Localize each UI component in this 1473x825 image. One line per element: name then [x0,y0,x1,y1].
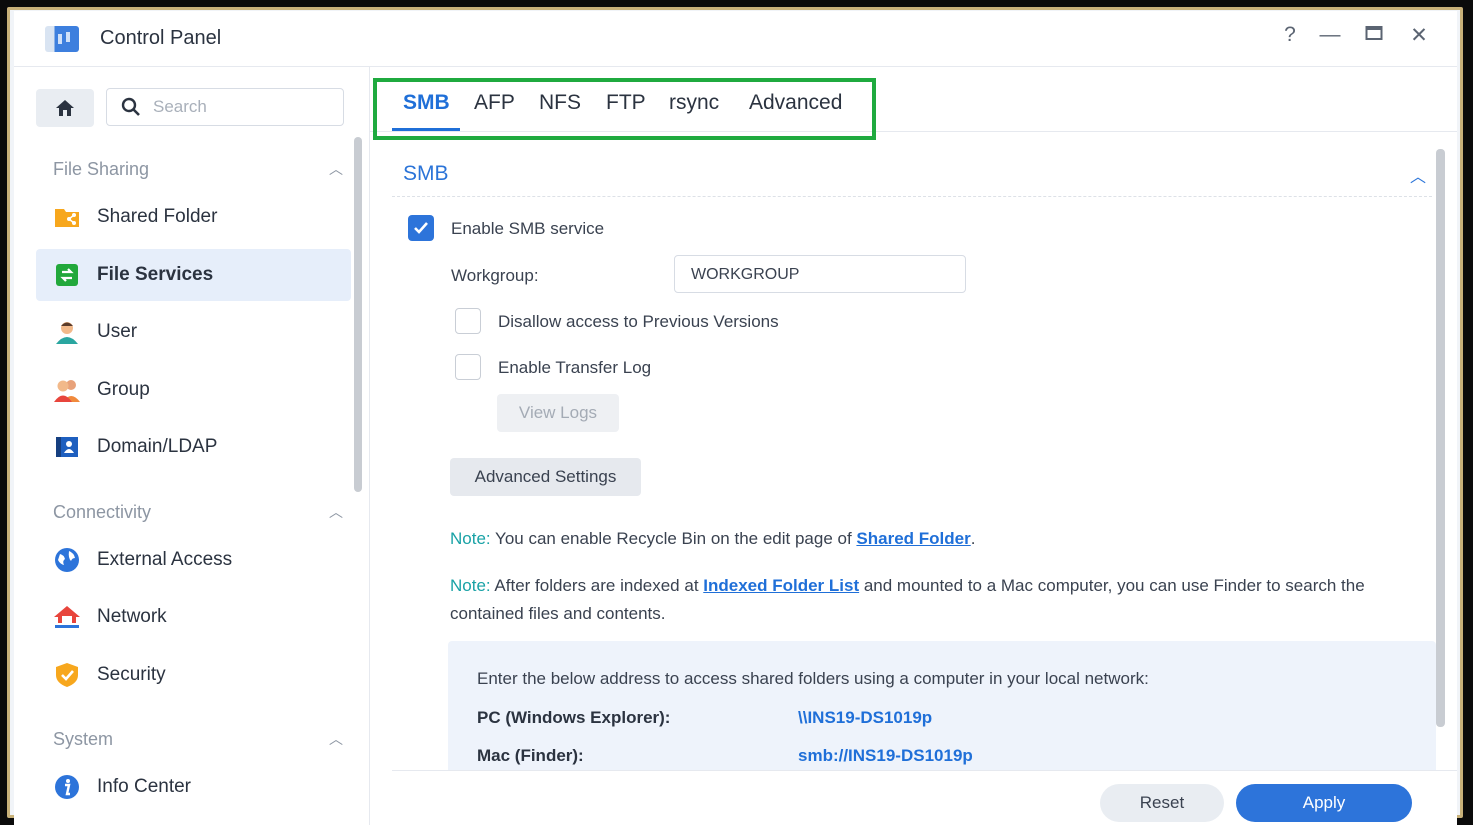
help-icon[interactable]: ? [1275,23,1305,47]
pc-address-value: \\INS19-DS1019p [798,708,933,727]
home-icon [56,100,74,116]
main-content: SMB AFP NFS FTP rsync Advanced SMB ︿ Ena… [370,67,1457,825]
chevron-up-icon: ︿ [329,504,343,520]
chevron-up-icon: ︿ [329,161,343,177]
globe-icon [53,546,81,574]
file-services-icon [53,261,81,289]
check-icon [414,222,428,234]
mac-address-label: Mac (Finder): [477,746,584,765]
sidebar-item-shared-folder[interactable]: Shared Folder [36,191,351,243]
view-logs-button[interactable]: View Logs [497,394,619,432]
apply-button[interactable]: Apply [1236,784,1412,822]
minimize-button[interactable]: — [1315,23,1345,47]
enable-smb-label: Enable SMB service [451,219,605,238]
footer-bar: Reset Apply [392,770,1457,825]
pc-address-label: PC (Windows Explorer): [477,708,671,727]
sidebar-item-domain-ldap[interactable]: Domain/LDAP [36,421,351,473]
address-intro-text: Enter the below address to access shared… [477,669,1149,688]
shared-folder-icon [53,203,81,231]
sidebar-item-file-services[interactable]: File Services [36,249,351,301]
control-panel-window: Control Panel ? — ✕ File Sharing ︿ Share… [14,11,1457,825]
sidebar-item-info-center[interactable]: Info Center [36,761,351,813]
section-divider [392,196,1432,197]
sidebar-item-network[interactable]: Network [36,591,351,643]
info-icon [53,773,81,801]
sidebar-scrollbar[interactable] [354,137,362,492]
group-icon [53,376,81,404]
search-box[interactable] [106,88,344,126]
title-bar: Control Panel ? — ✕ [14,11,1457,67]
disallow-previous-versions-label: Disallow access to Previous Versions [498,312,779,331]
content-scrollbar[interactable] [1436,149,1445,727]
chevron-up-icon: ︿ [329,731,343,747]
window-title: Control Panel [100,27,222,49]
search-icon [121,97,140,116]
close-button[interactable]: ✕ [1404,23,1434,48]
note-indexed-folders: Note: After folders are indexed at Index… [450,576,1365,623]
home-button[interactable] [36,89,94,127]
section-connectivity[interactable]: Connectivity ︿ [53,502,343,523]
tabs-highlight-box [373,78,876,140]
reset-button[interactable]: Reset [1100,784,1224,822]
control-panel-app-icon [45,26,79,52]
workgroup-label: Workgroup: [451,266,539,285]
search-input[interactable] [151,96,325,118]
address-info-box: Enter the below address to access shared… [448,641,1436,781]
disallow-previous-versions-checkbox[interactable] [455,308,481,334]
network-icon [53,603,81,631]
sidebar-item-user[interactable]: User [36,306,351,358]
sidebar: File Sharing ︿ Shared Folder File Servic… [14,67,370,825]
section-system[interactable]: System ︿ [53,729,343,750]
mac-address-value: smb://INS19-DS1019p [798,746,973,765]
note-recycle-bin: Note: You can enable Recycle Bin on the … [450,529,976,548]
collapse-chevron-icon[interactable]: ︿ [1410,163,1426,187]
sidebar-item-security[interactable]: Security [36,649,351,701]
shared-folder-link[interactable]: Shared Folder [856,529,970,548]
enable-transfer-log-label: Enable Transfer Log [498,358,652,377]
workgroup-input[interactable]: WORKGROUP [674,255,966,293]
section-title-smb: SMB [403,162,449,185]
advanced-settings-button[interactable]: Advanced Settings [450,458,641,496]
section-file-sharing[interactable]: File Sharing ︿ [53,159,343,180]
maximize-button[interactable] [1359,23,1389,47]
indexed-folder-list-link[interactable]: Indexed Folder List [703,576,859,595]
sidebar-item-group[interactable]: Group [36,364,351,416]
shield-icon [53,661,81,689]
domain-ldap-icon [53,433,81,461]
user-icon [53,318,81,346]
enable-transfer-log-checkbox[interactable] [455,354,481,380]
sidebar-item-external-access[interactable]: External Access [36,534,351,586]
enable-smb-checkbox[interactable] [408,215,434,241]
